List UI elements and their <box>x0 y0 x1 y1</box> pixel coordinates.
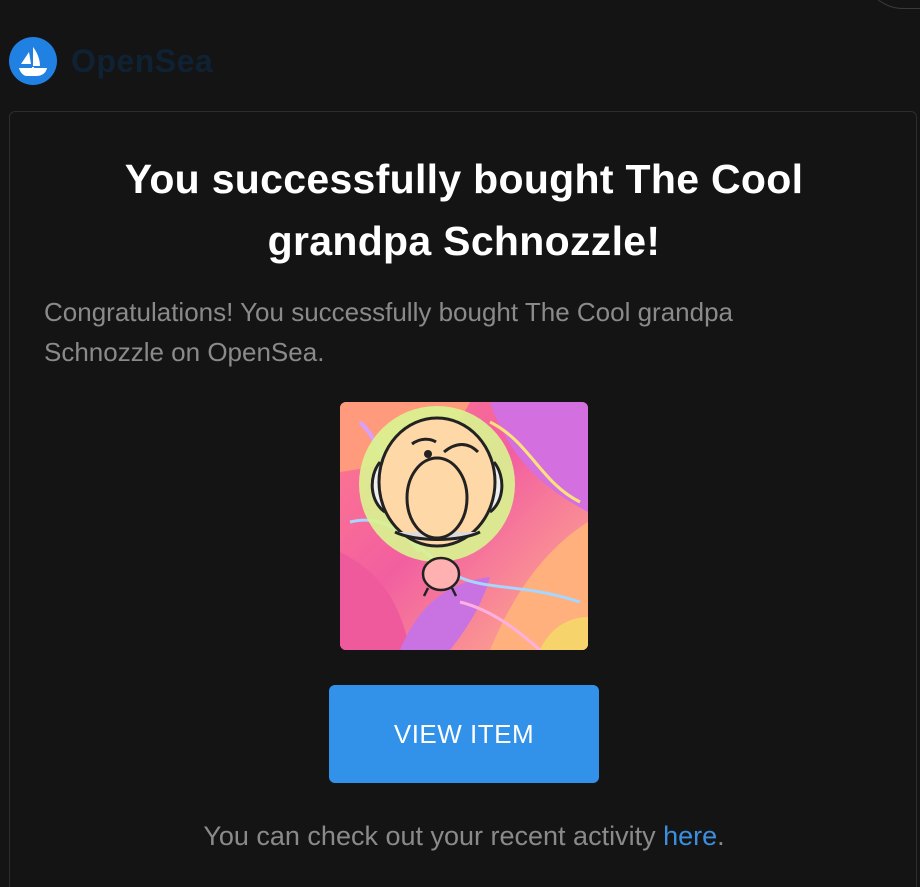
recent-activity-period: . <box>717 821 725 851</box>
purchase-confirmation-card: You successfully bought The Cool grandpa… <box>9 111 917 887</box>
congratulations-message: Congratulations! You successfully bought… <box>44 292 864 372</box>
opensea-logo-icon <box>9 37 57 85</box>
title-line-2: grandpa Schnozzle! <box>267 218 661 264</box>
email-page: OpenSea You successfully bought The Cool… <box>0 0 920 887</box>
recent-activity-note: You can check out your recent activity h… <box>10 816 918 856</box>
recent-activity-link[interactable]: here <box>663 821 717 851</box>
view-item-button[interactable]: VIEW ITEM <box>329 685 599 783</box>
purchase-title: You successfully bought The Cool grandpa… <box>10 148 918 272</box>
opensea-header: OpenSea <box>9 37 213 85</box>
opensea-wordmark: OpenSea <box>71 42 214 79</box>
message-line-2: Schnozzle on OpenSea. <box>44 337 325 367</box>
nft-image[interactable] <box>340 402 588 650</box>
corner-decoration <box>863 0 920 9</box>
recent-activity-text: You can check out your recent activity <box>203 821 664 851</box>
message-line-1: Congratulations! You successfully bought… <box>44 297 733 327</box>
title-line-1: You successfully bought The Cool <box>124 156 804 202</box>
